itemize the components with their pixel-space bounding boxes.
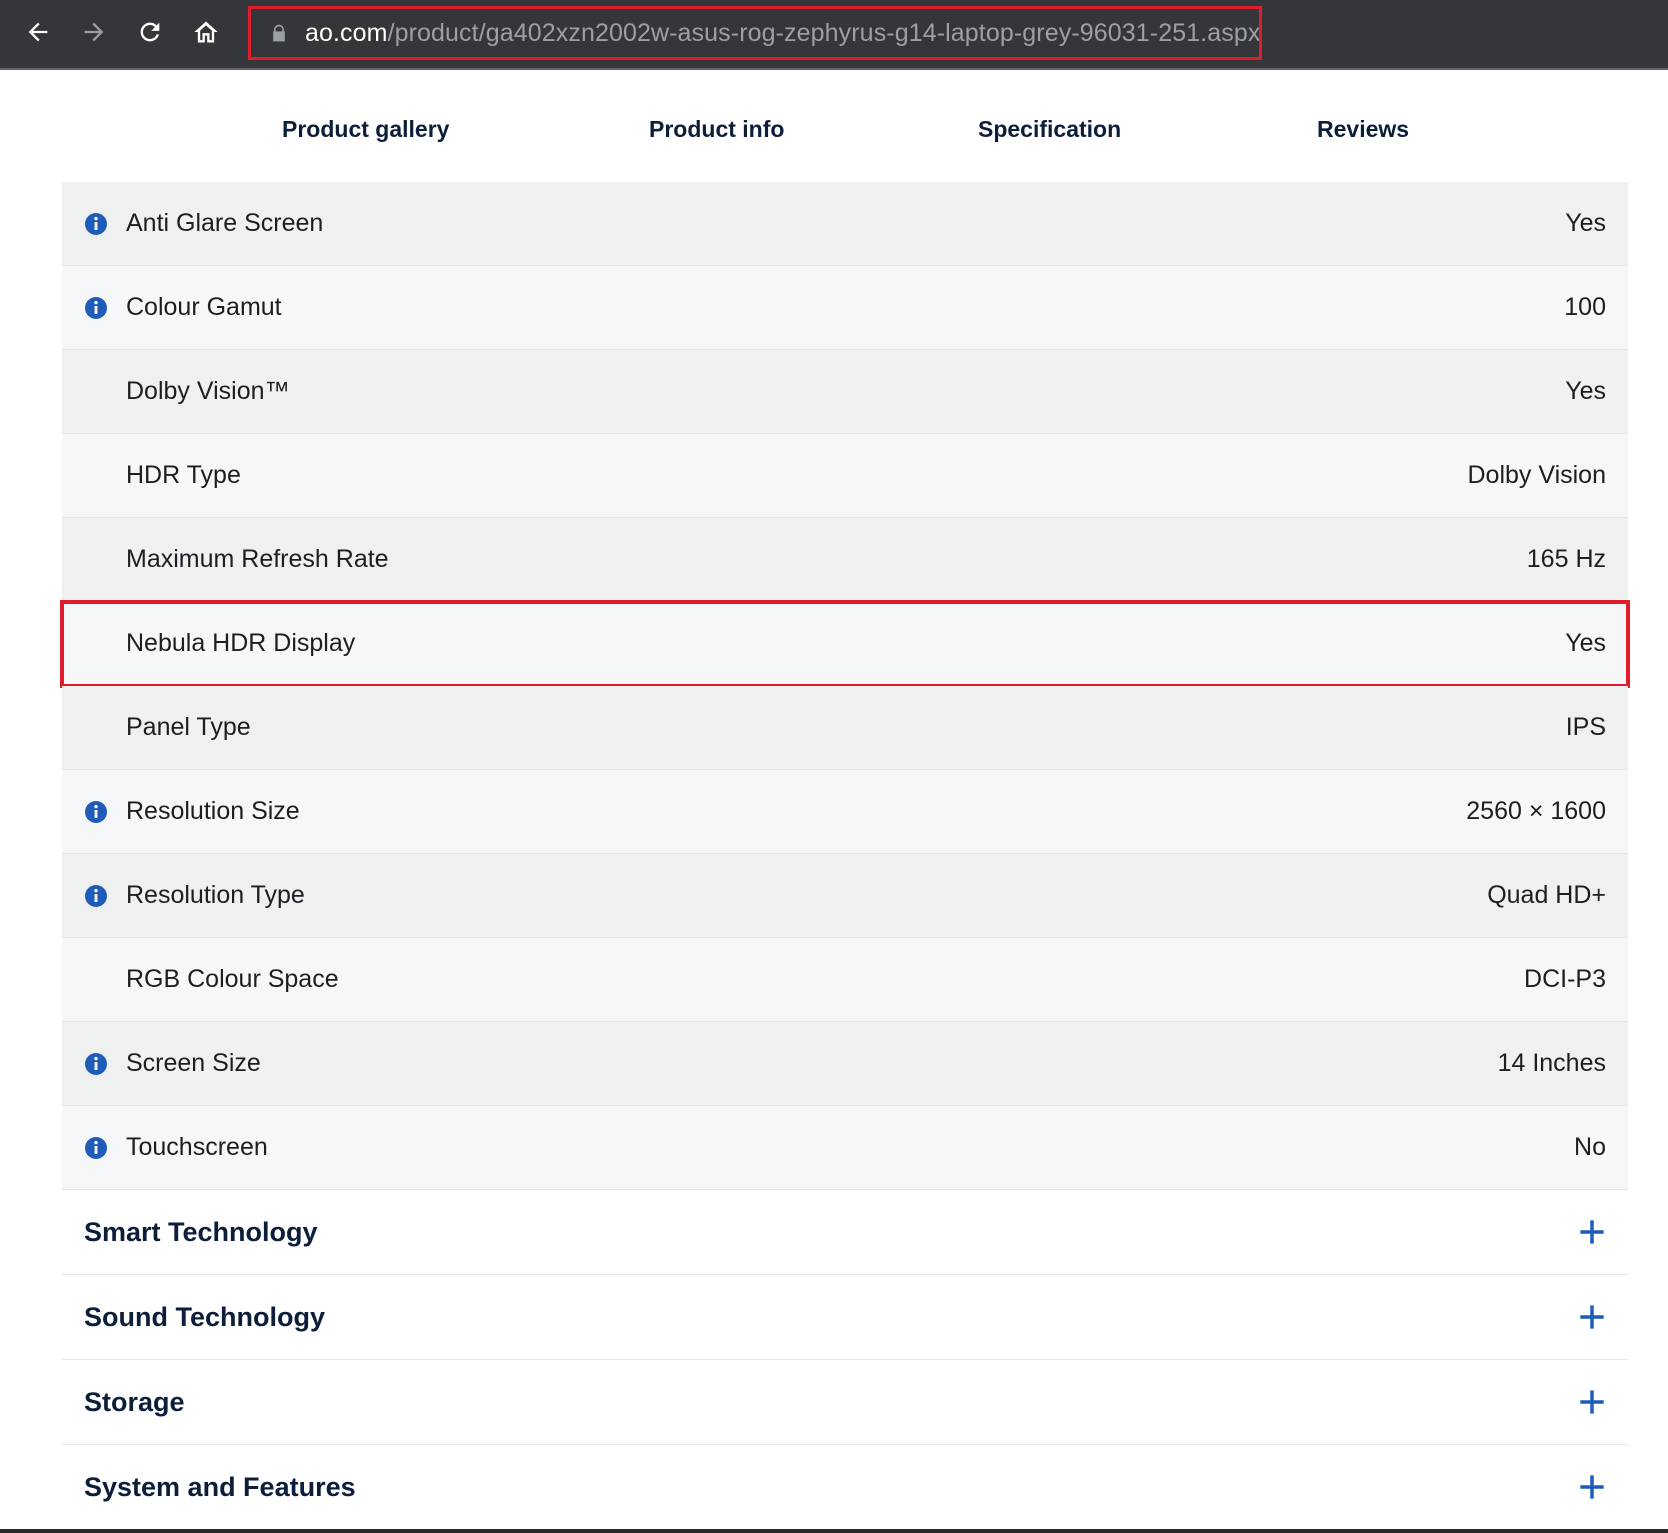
spec-label: Maximum Refresh Rate — [126, 545, 389, 573]
spec-label: Nebula HDR Display — [126, 629, 356, 657]
spec-row-rgb-colour-space: RGB Colour Space DCI-P3 — [62, 938, 1628, 1022]
section-sound-technology[interactable]: Sound Technology — [62, 1275, 1628, 1360]
tab-specification[interactable]: Specification — [978, 116, 1121, 143]
home-button[interactable] — [184, 12, 228, 52]
spec-value: IPS — [1565, 713, 1606, 741]
spec-value: Yes — [1565, 629, 1606, 657]
spec-row-dolby-vision: Dolby Vision™ Yes — [62, 350, 1628, 434]
reload-icon — [140, 22, 160, 42]
spec-value: Dolby Vision — [1467, 461, 1606, 489]
plus-icon[interactable] — [1578, 1218, 1606, 1246]
spec-label: Touchscreen — [126, 1133, 268, 1161]
info-icon[interactable] — [84, 1136, 108, 1160]
forward-icon — [84, 22, 104, 42]
spec-label: Screen Size — [126, 1049, 261, 1077]
specification-table: Anti Glare Screen Yes Colour Gamut 100 D… — [60, 182, 1630, 1530]
spec-row-panel-type: Panel Type IPS — [62, 686, 1628, 770]
url-path: /product/ga402xzn2002w-asus-rog-zephyrus… — [387, 18, 1259, 47]
spec-row-screen-size: Screen Size 14 Inches — [62, 1022, 1628, 1106]
section-smart-technology[interactable]: Smart Technology — [62, 1190, 1628, 1275]
spec-label: Dolby Vision™ — [126, 377, 290, 405]
section-system-and-features[interactable]: System and Features — [62, 1445, 1628, 1530]
spec-value: 165 Hz — [1526, 545, 1606, 573]
section-title: System and Features — [84, 1471, 356, 1502]
back-button[interactable] — [16, 12, 60, 52]
back-icon — [28, 22, 48, 42]
spec-label: Resolution Size — [126, 797, 300, 825]
spec-label: RGB Colour Space — [126, 965, 339, 993]
spec-label: Colour Gamut — [126, 293, 282, 321]
spec-value: Quad HD+ — [1487, 881, 1606, 909]
tab-reviews[interactable]: Reviews — [1317, 116, 1409, 143]
plus-icon[interactable] — [1578, 1388, 1606, 1416]
tab-product-info[interactable]: Product info — [649, 116, 784, 143]
spec-label: HDR Type — [126, 461, 241, 489]
info-icon[interactable] — [84, 296, 108, 320]
forward-button[interactable] — [72, 12, 116, 52]
reload-button[interactable] — [128, 12, 172, 52]
spec-label: Anti Glare Screen — [126, 209, 324, 237]
spec-row-resolution-size: Resolution Size 2560 × 1600 — [62, 770, 1628, 854]
spec-row-nebula-hdr-display: Nebula HDR Display Yes — [60, 600, 1630, 688]
home-icon — [194, 21, 218, 43]
section-title: Smart Technology — [84, 1216, 318, 1247]
spec-label: Panel Type — [126, 713, 251, 741]
lock-icon — [269, 22, 291, 44]
spec-row-colour-gamut: Colour Gamut 100 — [62, 266, 1628, 350]
spec-row-maximum-refresh-rate: Maximum Refresh Rate 165 Hz — [62, 518, 1628, 602]
address-bar[interactable]: ao.com/product/ga402xzn2002w-asus-rog-ze… — [248, 6, 1262, 60]
info-icon[interactable] — [84, 800, 108, 824]
spec-value: DCI-P3 — [1524, 965, 1606, 993]
spec-row-resolution-type: Resolution Type Quad HD+ — [62, 854, 1628, 938]
plus-icon[interactable] — [1578, 1473, 1606, 1501]
section-title: Storage — [84, 1386, 185, 1417]
browser-toolbar: ao.com/product/ga402xzn2002w-asus-rog-ze… — [0, 0, 1668, 70]
spec-row-hdr-type: HDR Type Dolby Vision — [62, 434, 1628, 518]
spec-value: 2560 × 1600 — [1466, 797, 1606, 825]
spec-label: Resolution Type — [126, 881, 305, 909]
info-icon[interactable] — [84, 1052, 108, 1076]
info-icon[interactable] — [84, 884, 108, 908]
url-host: ao.com — [304, 18, 388, 47]
section-title: Sound Technology — [84, 1301, 325, 1332]
spec-value: No — [1574, 1133, 1606, 1161]
product-tabs: Product gallery Product info Specificati… — [188, 70, 1504, 183]
page-bottom-border — [0, 1529, 1668, 1533]
spec-value: 100 — [1564, 293, 1606, 321]
spec-row-touchscreen: Touchscreen No — [62, 1106, 1628, 1190]
spec-value: Yes — [1565, 377, 1606, 405]
spec-row-anti-glare-screen: Anti Glare Screen Yes — [62, 182, 1628, 266]
plus-icon[interactable] — [1578, 1303, 1606, 1331]
info-icon[interactable] — [84, 212, 108, 236]
tab-product-gallery[interactable]: Product gallery — [282, 116, 449, 143]
spec-value: 14 Inches — [1497, 1049, 1606, 1077]
spec-value: Yes — [1565, 209, 1606, 237]
section-storage[interactable]: Storage — [62, 1360, 1628, 1445]
url-text: ao.com/product/ga402xzn2002w-asus-rog-ze… — [305, 19, 1259, 48]
